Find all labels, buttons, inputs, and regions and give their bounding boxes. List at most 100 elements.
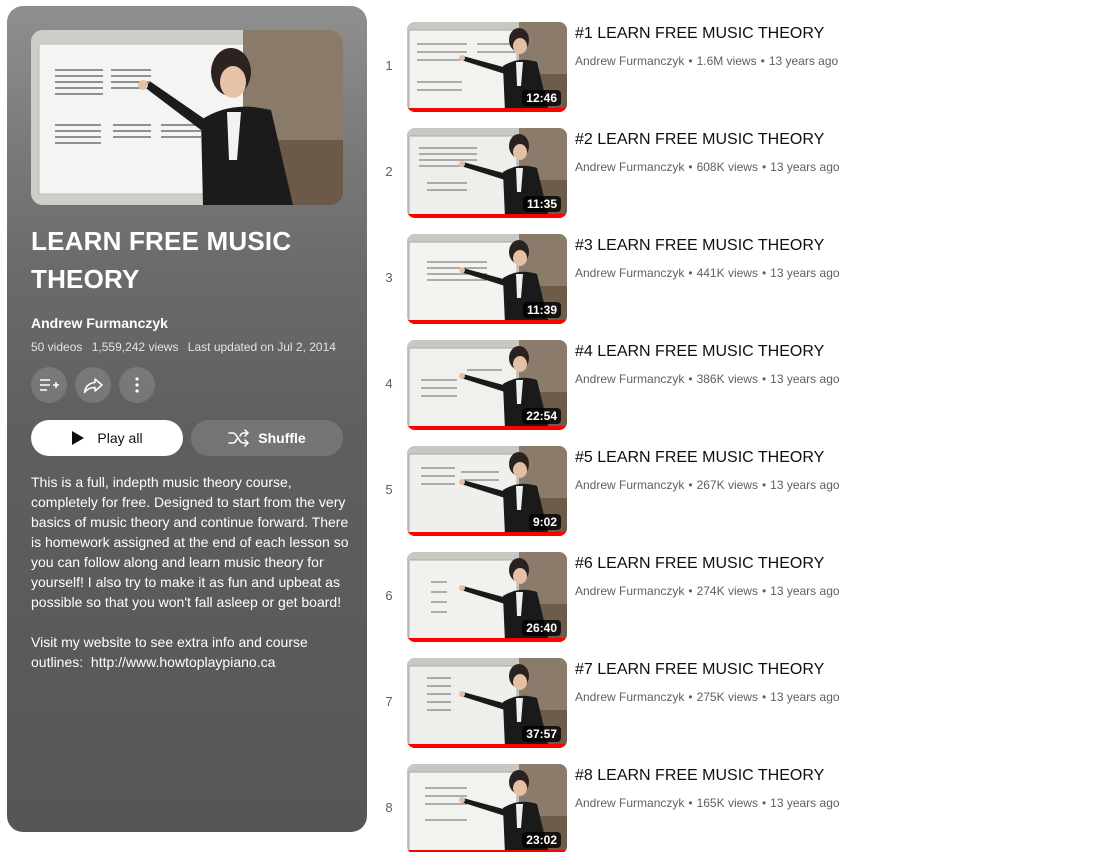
video-metadata: Andrew Furmanczyk • 386K views • 13 years ag… <box>575 372 840 386</box>
video-list-item[interactable]: 1 12:46 #1 LEARN FREE MUSIC THEORY Andrew F… <box>378 22 1078 128</box>
video-channel[interactable]: Andrew Furmanczyk <box>575 266 684 280</box>
video-channel[interactable]: Andrew Furmanczyk <box>575 796 684 810</box>
watch-progress-bar <box>407 532 567 536</box>
video-metadata: Andrew Furmanczyk • 441K views • 13 years ag… <box>575 266 840 280</box>
separator-dot: • <box>761 160 767 174</box>
video-channel[interactable]: Andrew Furmanczyk <box>575 54 684 68</box>
play-all-label: Play all <box>97 430 143 446</box>
video-index: 1 <box>385 58 393 73</box>
video-age: 13 years ago <box>768 54 839 68</box>
separator-dot: • <box>688 690 693 704</box>
video-index: 2 <box>385 164 393 179</box>
video-index: 7 <box>385 694 393 709</box>
separator-dot: • <box>688 160 693 174</box>
separator-dot: • <box>688 584 693 598</box>
video-age: 13 years ago <box>770 796 840 810</box>
play-all-button[interactable]: Play all <box>31 420 183 456</box>
playlist-page: LEARN FREE MUSIC THEORY Andrew Furmanczy… <box>0 0 1104 852</box>
watch-progress-bar <box>407 744 567 748</box>
separator-dot: • <box>688 372 693 386</box>
video-duration: 22:54 <box>522 408 561 424</box>
video-age: 13 years ago <box>770 690 840 704</box>
video-title[interactable]: #8 LEARN FREE MUSIC THEORY <box>575 766 824 786</box>
video-title[interactable]: #1 LEARN FREE MUSIC THEORY <box>575 24 824 44</box>
video-duration: 23:02 <box>522 832 561 848</box>
video-count: 50 videos <box>31 340 83 354</box>
video-duration: 12:46 <box>522 90 561 106</box>
video-age: 13 years ago <box>770 584 840 598</box>
video-title[interactable]: #4 LEARN FREE MUSIC THEORY <box>575 342 824 362</box>
watch-progress-bar <box>407 108 567 112</box>
video-duration: 26:40 <box>522 620 561 636</box>
video-metadata: Andrew Furmanczyk • 1.6M views • 13 years ag… <box>575 54 838 68</box>
video-channel[interactable]: Andrew Furmanczyk <box>575 478 684 492</box>
video-views: 441K views <box>696 266 758 280</box>
shuffle-icon <box>228 429 250 447</box>
playlist-title: LEARN FREE MUSIC THEORY <box>31 226 292 294</box>
video-list-item[interactable]: 6 26:40 #6 LEARN FREE MUSIC THEORY Andrew F… <box>378 552 1078 658</box>
watch-progress-bar <box>407 426 567 430</box>
video-index: 4 <box>385 376 393 391</box>
video-title[interactable]: #5 LEARN FREE MUSIC THEORY <box>575 448 824 468</box>
description-paragraph: This is a full, indepth music theory cou… <box>31 474 353 610</box>
video-index: 5 <box>385 482 393 497</box>
video-index: 3 <box>385 270 393 285</box>
separator-dot: • <box>688 796 693 810</box>
video-views: 275K views <box>696 690 758 704</box>
video-views: 165K views <box>696 796 758 810</box>
more-actions-button[interactable] <box>119 367 155 403</box>
more-vert-icon <box>135 377 139 393</box>
video-title[interactable]: #2 LEARN FREE MUSIC THEORY <box>575 130 824 150</box>
save-playlist-button[interactable] <box>31 367 67 403</box>
separator-dot: • <box>761 690 767 704</box>
playlist-add-icon <box>40 379 59 391</box>
video-duration: 11:39 <box>522 302 561 318</box>
video-title[interactable]: #3 LEARN FREE MUSIC THEORY <box>575 236 824 256</box>
video-channel[interactable]: Andrew Furmanczyk <box>575 160 684 174</box>
video-age: 13 years ago <box>770 160 840 174</box>
video-thumbnail[interactable]: 11:35 <box>407 128 567 218</box>
video-age: 13 years ago <box>770 372 840 386</box>
video-metadata: Andrew Furmanczyk • 275K views • 13 years ag… <box>575 690 840 704</box>
last-updated: Last updated on Jul 2, 2014 <box>187 340 336 354</box>
separator-dot: • <box>688 478 693 492</box>
video-age: 13 years ago <box>770 266 840 280</box>
video-list-item[interactable]: 4 22:54 #4 LEARN FREE MUSIC THEORY Andrew F… <box>378 340 1078 446</box>
separator-dot: • <box>688 54 693 68</box>
playlist-thumbnail[interactable] <box>31 30 343 205</box>
video-thumbnail[interactable]: 26:40 <box>407 552 567 642</box>
video-list-item[interactable]: 8 23:02 #8 LEARN FREE MUSIC THEORY Andrew F… <box>378 764 1078 852</box>
watch-progress-bar <box>407 638 567 642</box>
video-list: 1 12:46 #1 LEARN FREE MUSIC THEORY Andrew F… <box>378 22 1078 852</box>
video-channel[interactable]: Andrew Furmanczyk <box>575 372 684 386</box>
video-list-item[interactable]: 7 37:57 #7 LEARN FREE MUSIC THEORY Andrew F… <box>378 658 1078 764</box>
video-views: 274K views <box>696 584 758 598</box>
separator-dot: • <box>761 266 767 280</box>
video-metadata: Andrew Furmanczyk • 274K views • 13 years ag… <box>575 584 840 598</box>
video-list-item[interactable]: 3 11:39 #3 LEARN FREE MUSIC THEORY Andrew F… <box>378 234 1078 340</box>
video-index: 8 <box>385 800 393 815</box>
playlist-thumbnail-image <box>31 30 343 205</box>
video-index: 6 <box>385 588 393 603</box>
video-metadata: Andrew Furmanczyk • 267K views • 13 years ag… <box>575 478 840 492</box>
video-thumbnail[interactable]: 12:46 <box>407 22 567 112</box>
video-title[interactable]: #6 LEARN FREE MUSIC THEORY <box>575 554 824 574</box>
video-title[interactable]: #7 LEARN FREE MUSIC THEORY <box>575 660 824 680</box>
video-duration: 9:02 <box>528 514 561 530</box>
description-paragraph: Visit my website to see extra info and c… <box>31 634 312 670</box>
video-channel[interactable]: Andrew Furmanczyk <box>575 690 684 704</box>
video-thumbnail[interactable]: 9:02 <box>407 446 567 536</box>
video-list-item[interactable]: 2 11:35 #2 LEARN FREE MUSIC THEORY Andrew F… <box>378 128 1078 234</box>
video-thumbnail[interactable]: 23:02 <box>407 764 567 852</box>
video-list-item[interactable]: 5 9:02 #5 LEARN FREE MUSIC THEORY Andrew Fu… <box>378 446 1078 552</box>
separator-dot: • <box>760 54 765 68</box>
video-channel[interactable]: Andrew Furmanczyk <box>575 584 684 598</box>
video-thumbnail[interactable]: 37:57 <box>407 658 567 748</box>
share-playlist-button[interactable] <box>75 367 111 403</box>
shuffle-button[interactable]: Shuffle <box>191 420 343 456</box>
playlist-actions <box>31 367 155 403</box>
playlist-owner[interactable]: Andrew Furmanczyk <box>31 315 168 331</box>
video-views: 1.6M views <box>696 54 757 68</box>
video-thumbnail[interactable]: 22:54 <box>407 340 567 430</box>
video-thumbnail[interactable]: 11:39 <box>407 234 567 324</box>
